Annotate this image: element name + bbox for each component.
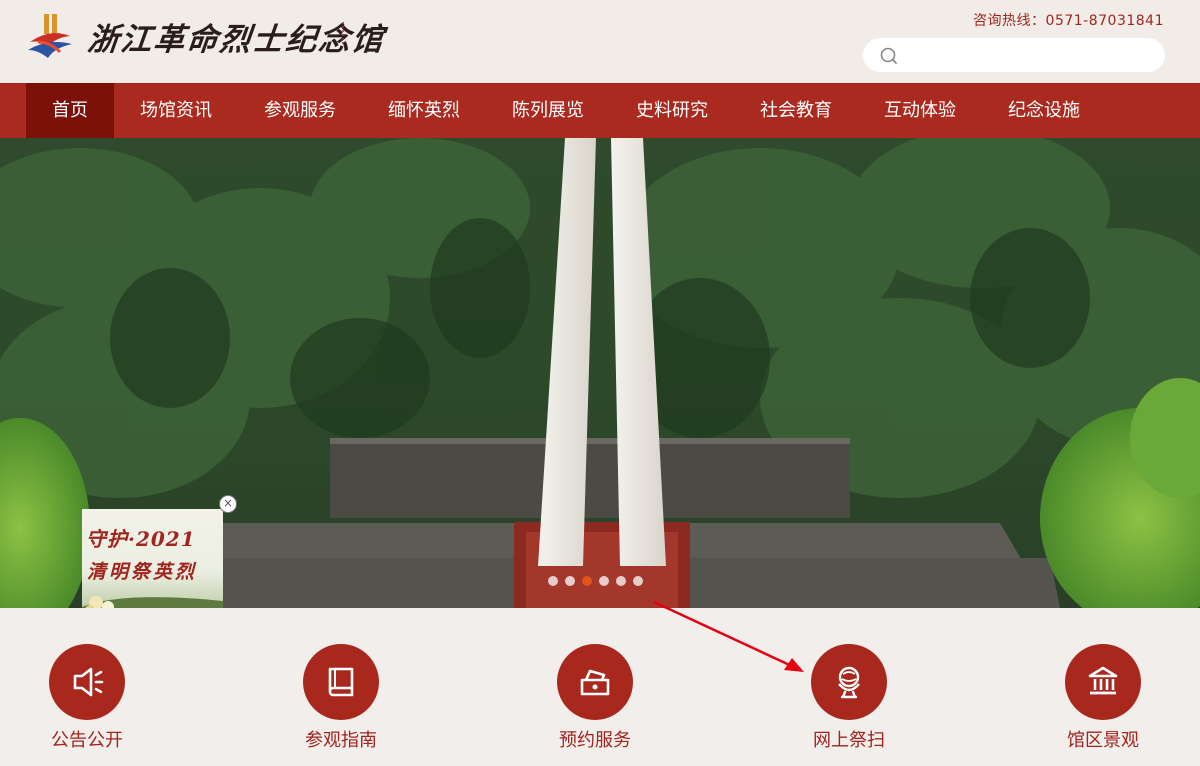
quick-link-label: 网上祭扫 (813, 730, 885, 751)
quick-link-scenery[interactable]: 馆区景观 (1043, 644, 1163, 752)
nav-item-education[interactable]: 社会教育 (734, 83, 858, 138)
main-nav: 首页 场馆资讯 参观服务 缅怀英烈 陈列展览 史料研究 社会教育 互动体验 纪念… (0, 83, 1200, 138)
nav-item-home[interactable]: 首页 (26, 83, 114, 138)
carousel-indicators (548, 576, 643, 586)
logo-seal-mark (342, 22, 350, 44)
megaphone-icon (73, 667, 104, 697)
carousel-dot-active[interactable] (582, 576, 592, 586)
quick-link-visit-guide[interactable]: 参观指南 (281, 644, 401, 752)
carousel-dot[interactable] (599, 576, 609, 586)
carousel-dot[interactable] (616, 576, 626, 586)
quick-link-label: 参观指南 (305, 730, 377, 751)
search-input[interactable] (907, 44, 1147, 66)
nav-item-commemorate[interactable]: 缅怀英烈 (362, 83, 486, 138)
carousel-dot[interactable] (633, 576, 643, 586)
close-icon[interactable]: × (219, 495, 237, 513)
carousel-dot[interactable] (565, 576, 575, 586)
qingming-promo-ad[interactable]: 守护·2021 清明祭英烈 (82, 509, 223, 615)
quick-link-label: 馆区景观 (1067, 730, 1139, 751)
nav-item-interactive[interactable]: 互动体验 (858, 83, 982, 138)
nav-item-research[interactable]: 史料研究 (610, 83, 734, 138)
quick-link-announcements[interactable]: 公告公开 (27, 644, 147, 752)
quick-links: 公告公开 参观指南 预约服务 网上祭扫 馆区景观 (0, 608, 1200, 766)
ticket-icon (580, 669, 610, 696)
search-icon[interactable] (879, 46, 899, 66)
quick-link-label: 预约服务 (559, 730, 631, 751)
promo-subtitle: 清明祭英烈 (87, 561, 198, 583)
book-icon (328, 667, 354, 697)
nav-item-memorial-facilities[interactable]: 纪念设施 (982, 83, 1106, 138)
site-header: 浙江革命烈士纪念馆 咨询热线：0571-87031841 (0, 0, 1200, 83)
annotation-arrow-icon (653, 600, 804, 672)
quick-link-reservation[interactable]: 预约服务 (535, 644, 655, 752)
building-icon (1088, 666, 1118, 695)
nav-item-news[interactable]: 场馆资讯 (114, 83, 238, 138)
flower-basket-icon (838, 666, 860, 699)
search-box[interactable] (863, 38, 1165, 72)
museum-logo-icon[interactable] (24, 12, 76, 64)
hotline-number: 0571-87031841 (1045, 13, 1164, 29)
promo-title: 守护·2021 (86, 527, 196, 551)
carousel-dot[interactable] (548, 576, 558, 586)
quick-link-label: 公告公开 (51, 730, 123, 751)
hotline: 咨询热线：0571-87031841 (973, 10, 1164, 30)
nav-item-exhibitions[interactable]: 陈列展览 (486, 83, 610, 138)
hotline-label: 咨询热线： (973, 13, 1046, 29)
nav-item-visit-service[interactable]: 参观服务 (238, 83, 362, 138)
